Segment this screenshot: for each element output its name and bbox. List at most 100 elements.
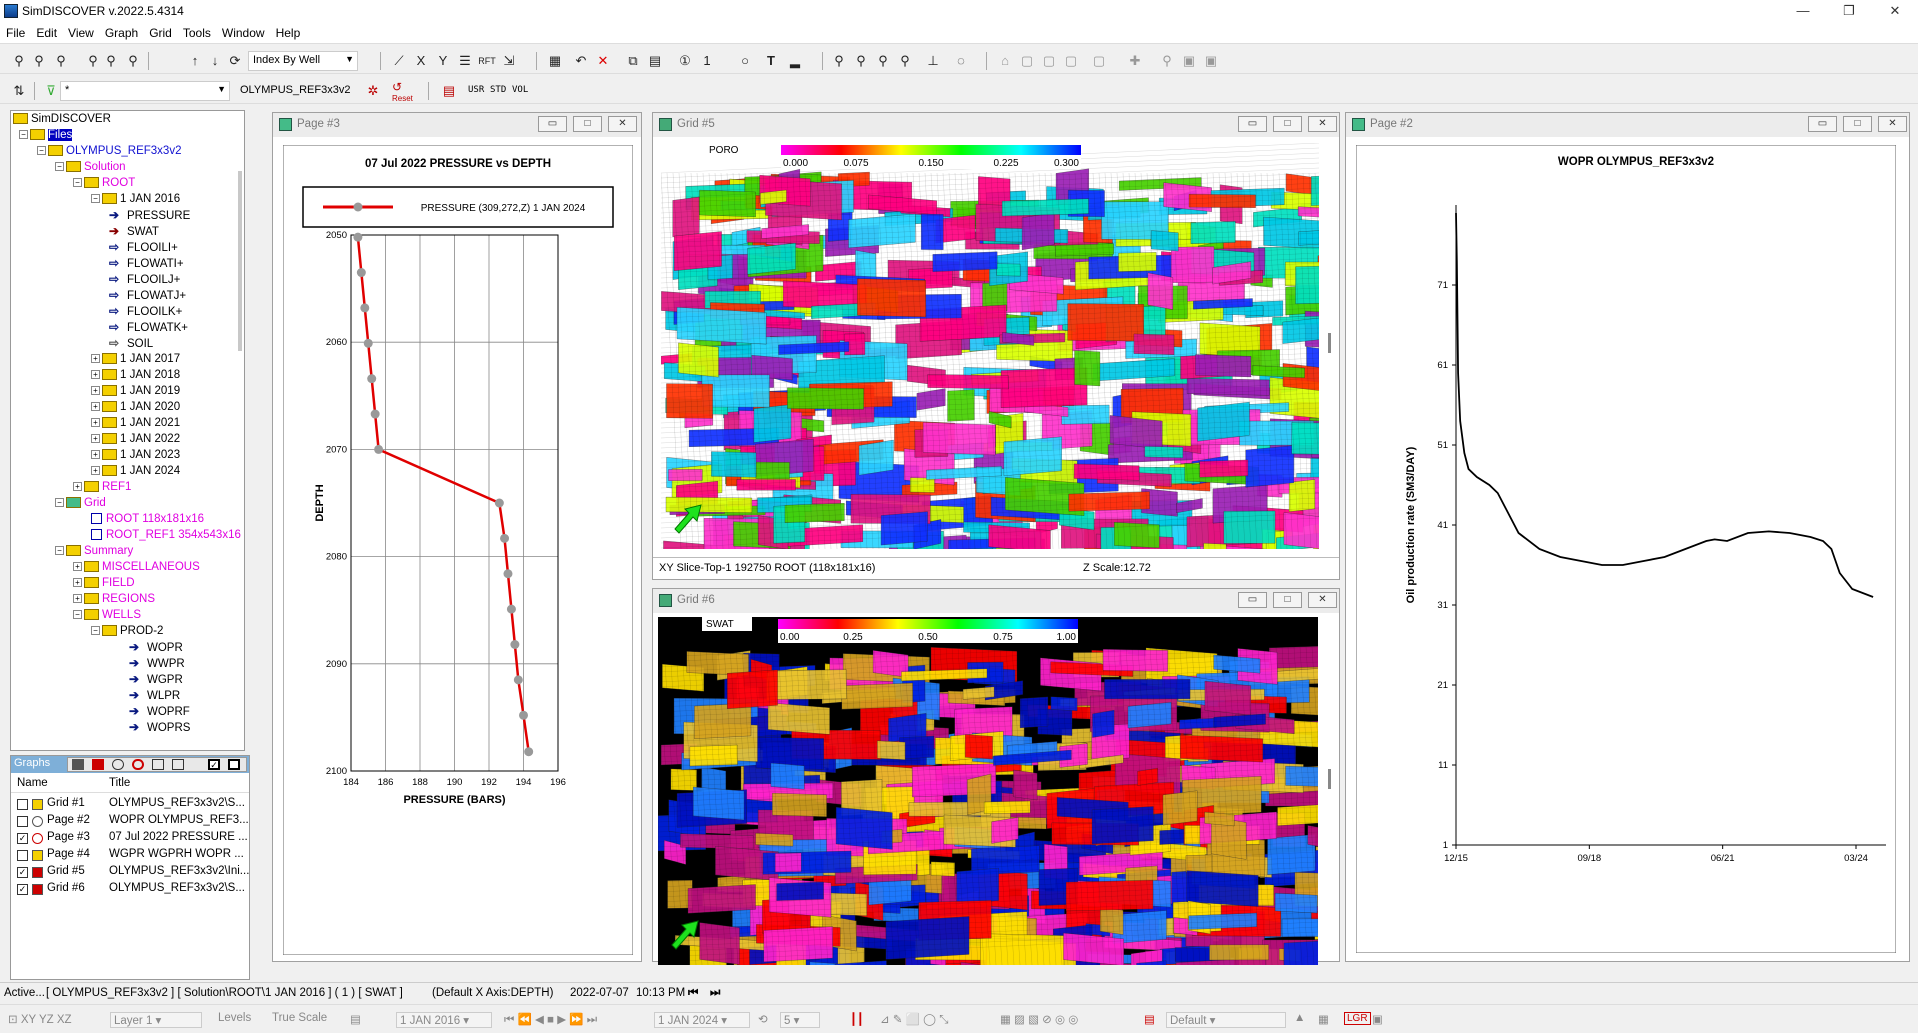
- tree-date[interactable]: +1 JAN 2022: [91, 431, 180, 447]
- triangle-icon[interactable]: ▲: [1294, 1012, 1305, 1024]
- filter-icon[interactable]: ⊽: [42, 82, 60, 100]
- chart-tool-icon[interactable]: ⇲: [500, 52, 518, 70]
- binoculars-up-icon[interactable]: ⚲: [52, 52, 70, 70]
- settings-icon[interactable]: ✲: [364, 82, 382, 100]
- x-axis-icon[interactable]: X: [412, 52, 430, 70]
- tree-solution[interactable]: − Solution: [55, 159, 126, 175]
- step-forward-icon[interactable]: ⏭: [710, 987, 720, 1000]
- tree-field[interactable]: + FIELD: [73, 575, 135, 591]
- draw-tools[interactable]: ⊿ ✎ ⬜ ◯ ⤡: [880, 1012, 948, 1027]
- circle-icon[interactable]: ○: [736, 52, 754, 70]
- levels-dropdown[interactable]: Levels: [218, 1012, 251, 1024]
- arrow-down-icon[interactable]: ↓: [206, 52, 224, 70]
- cube-alt-icon[interactable]: ▣: [1202, 52, 1220, 70]
- graph-row[interactable]: ✓ Grid #5 OLYMPUS_REF3x3v2\Ini...: [11, 864, 249, 881]
- maximize-button[interactable]: ❐: [1826, 0, 1872, 22]
- tree-summary[interactable]: − Summary: [55, 543, 133, 559]
- bar-chart-icon[interactable]: ▂: [786, 52, 804, 70]
- home-icon[interactable]: ⌂: [996, 52, 1014, 70]
- usr-button[interactable]: USR: [468, 85, 484, 95]
- puzzle-icon[interactable]: ✚: [1126, 52, 1144, 70]
- export-icon[interactable]: ▣: [1372, 1012, 1383, 1026]
- grid5-scrollbar[interactable]: [1328, 333, 1331, 353]
- tree-prop-flowatk[interactable]: ⇨ FLOWATK+: [109, 319, 188, 335]
- tree-date[interactable]: +1 JAN 2023: [91, 447, 180, 463]
- menu-tools[interactable]: Tools: [177, 22, 216, 40]
- view-top-icon[interactable]: ▢: [1062, 52, 1080, 70]
- grid6-maximize[interactable]: □: [1273, 592, 1302, 608]
- tree-prop-flooilk[interactable]: ⇨ FLOOILK+: [109, 303, 182, 319]
- graph-row[interactable]: Grid #1 OLYMPUS_REF3x3v2\S...: [11, 796, 249, 813]
- zoom-x-icon[interactable]: ⚲: [874, 52, 892, 70]
- end-date-combo[interactable]: 1 JAN 2024 ▾: [654, 1012, 750, 1028]
- page3-close[interactable]: ✕: [608, 116, 637, 132]
- page3-minimize[interactable]: ▭: [538, 116, 567, 132]
- close-button[interactable]: ✕: [1872, 0, 1918, 22]
- text-tool-icon[interactable]: T: [762, 52, 780, 70]
- page-number-icon[interactable]: 1: [698, 52, 716, 70]
- grid-tools[interactable]: ▦ ▨ ▧ ⊘ ◎ ◎: [1000, 1012, 1078, 1026]
- tree-date[interactable]: +1 JAN 2017: [91, 351, 180, 367]
- tree-vector-wgpr[interactable]: ➔ WGPR: [129, 671, 183, 687]
- y-axis-icon[interactable]: Y: [434, 52, 452, 70]
- menu-edit[interactable]: Edit: [30, 22, 62, 40]
- find-prev-icon[interactable]: ⚲: [124, 52, 142, 70]
- page2-close[interactable]: ✕: [1878, 116, 1907, 132]
- zoom-icon[interactable]: ⚲: [830, 52, 848, 70]
- cube-icon[interactable]: ▣: [1180, 52, 1198, 70]
- tree-wells[interactable]: − WELLS: [73, 607, 141, 623]
- tree-prop-flooili[interactable]: ⇨ FLOOILI+: [109, 239, 178, 255]
- lgr-button[interactable]: LGR: [1344, 1012, 1371, 1025]
- std-button[interactable]: STD: [490, 85, 506, 95]
- step-back-icon[interactable]: ⏮: [688, 987, 698, 1000]
- axes-icon[interactable]: ⊥: [924, 52, 942, 70]
- view-side-icon[interactable]: ▢: [1040, 52, 1058, 70]
- number-one-icon[interactable]: ①: [676, 52, 694, 70]
- graph-row-checkbox[interactable]: ✓: [17, 884, 28, 895]
- graph-row[interactable]: ✓ Page #3 07 Jul 2022 PRESSURE ...: [11, 830, 249, 847]
- menu-help[interactable]: Help: [270, 22, 306, 40]
- graph-row[interactable]: ✓ Grid #6 OLYMPUS_REF3x3v2\S...: [11, 881, 249, 898]
- view-iso-icon[interactable]: ▢: [1090, 52, 1108, 70]
- tree-date[interactable]: +1 JAN 2020: [91, 399, 180, 415]
- tree-grid-root[interactable]: ROOT 118x181x16: [91, 511, 204, 527]
- tree-case[interactable]: − OLYMPUS_REF3x3v2: [37, 143, 181, 159]
- layout-icon[interactable]: ▦: [546, 52, 564, 70]
- comment-icon[interactable]: ◌: [952, 52, 970, 70]
- zoom-y-icon[interactable]: ⚲: [896, 52, 914, 70]
- zoom-area-icon[interactable]: ⚲: [852, 52, 870, 70]
- theme-combo[interactable]: Default ▾: [1166, 1012, 1286, 1028]
- tree-prop-flooilj[interactable]: ⇨ FLOOILJ+: [109, 271, 180, 287]
- grid5-viewport[interactable]: PORO 0.000 0.075 0.150 0.225 0.300: [661, 143, 1319, 549]
- binoculars-icon[interactable]: ⚲: [10, 52, 28, 70]
- tree-prop-pressure[interactable]: ➔ PRESSURE: [109, 207, 190, 223]
- palette-icon[interactable]: ▤: [1144, 1012, 1155, 1026]
- grid6-viewport[interactable]: SWAT 0.00 0.25 0.50 0.75 1.00: [658, 617, 1318, 965]
- true-scale-dropdown[interactable]: True Scale: [272, 1012, 327, 1024]
- sort-icon[interactable]: ⇅: [10, 82, 28, 100]
- save-icon[interactable]: ▤: [646, 52, 664, 70]
- tree-prod2[interactable]: − PROD-2: [91, 623, 163, 639]
- tree-date-2016[interactable]: −1 JAN 2016: [91, 191, 180, 207]
- list-icon[interactable]: ☰: [456, 52, 474, 70]
- loop-icon[interactable]: ⟲: [758, 1012, 768, 1026]
- tree-scrollbar[interactable]: [238, 171, 242, 351]
- tree-vector-wwpr[interactable]: ➔ WWPR: [129, 655, 185, 671]
- minimize-button[interactable]: —: [1780, 0, 1826, 22]
- graph-row-checkbox[interactable]: ✓: [17, 867, 28, 878]
- tree-vector-woprs[interactable]: ➔ WOPRS: [129, 719, 190, 735]
- tree-vector-woprf[interactable]: ➔ WOPRF: [129, 703, 190, 719]
- line-tool-icon[interactable]: ⟋: [390, 52, 408, 70]
- tree-root-node[interactable]: − ROOT: [73, 175, 135, 191]
- menu-view[interactable]: View: [62, 22, 99, 40]
- grid5-maximize[interactable]: □: [1273, 116, 1302, 132]
- graph-row[interactable]: Page #4 WGPR WGPRH WOPR ...: [11, 847, 249, 864]
- tree-prop-swat[interactable]: ➔ SWAT: [109, 223, 159, 239]
- grid6-scrollbar[interactable]: [1328, 769, 1331, 789]
- arrow-up-icon[interactable]: ↑: [186, 52, 204, 70]
- vol-button[interactable]: VOL: [512, 85, 528, 95]
- tree-date[interactable]: +1 JAN 2019: [91, 383, 180, 399]
- tree-vector-wopr[interactable]: ➔ WOPR: [129, 639, 183, 655]
- refresh-icon[interactable]: ⟳: [226, 52, 244, 70]
- view-front-icon[interactable]: ▢: [1018, 52, 1036, 70]
